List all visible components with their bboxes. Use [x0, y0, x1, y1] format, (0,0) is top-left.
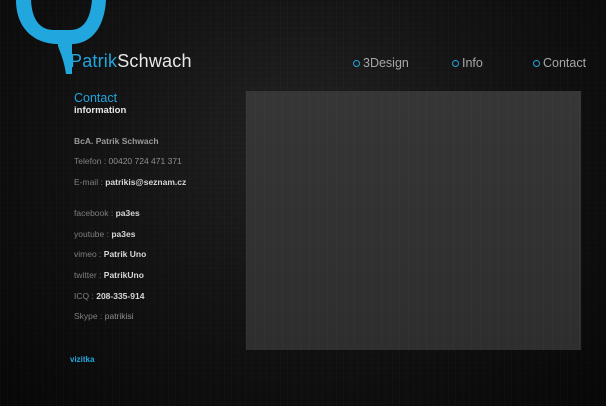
facebook-link[interactable]: pa3es [116, 208, 140, 218]
content-panel [246, 91, 581, 350]
phone-label: Telefon : [74, 156, 107, 166]
nav-item-info[interactable]: Info [452, 56, 483, 70]
circle-bullet-icon [353, 59, 360, 67]
section-title: Contact [74, 91, 118, 105]
contact-icq: ICQ : 208-335-914 [74, 291, 144, 301]
nav-label: 3Design [363, 56, 409, 70]
vizitka-link[interactable]: vizitka [70, 355, 94, 364]
skype-value: patrikisi [104, 311, 134, 321]
youtube-link[interactable]: pa3es [111, 229, 135, 239]
icq-label: ICQ : [74, 291, 94, 301]
icq-value: 208-335-914 [96, 291, 145, 301]
contact-vimeo: vimeo : Patrik Uno [74, 249, 146, 259]
contact-twitter: twitter : PatrikUno [74, 270, 144, 280]
email-label: E-mail : [74, 177, 103, 187]
nav-label: Info [462, 56, 483, 70]
contact-youtube: youtube : pa3es [74, 229, 135, 239]
circle-bullet-icon [452, 59, 459, 67]
twitter-link[interactable]: PatrikUno [104, 270, 144, 280]
section-heading: Contact information [74, 91, 126, 116]
vimeo-link[interactable]: Patrik Uno [104, 249, 147, 259]
full-name: BcA. Patrik Schwach [74, 136, 159, 146]
vimeo-label: vimeo : [74, 249, 102, 259]
section-subtitle: information [74, 105, 127, 116]
youtube-label: youtube : [74, 229, 109, 239]
nav-item-3design[interactable]: 3Design [353, 56, 409, 70]
nav-item-contact[interactable]: Contact [533, 56, 586, 70]
email-link[interactable]: patrikis@seznam.cz [105, 177, 186, 187]
nav-label: Contact [543, 56, 587, 70]
contact-email: E-mail : patrikis@seznam.cz [74, 177, 186, 187]
twitter-label: twitter : [74, 270, 102, 280]
circle-bullet-icon [533, 59, 540, 67]
phone-value: 00420 724 471 371 [108, 156, 182, 166]
facebook-label: facebook : [74, 208, 114, 218]
contact-name: BcA. Patrik Schwach [74, 136, 159, 146]
contact-facebook: facebook : pa3es [74, 208, 140, 218]
skype-label: Skype : [74, 311, 103, 321]
contact-skype: Skype : patrikisi [74, 311, 134, 321]
contact-phone: Telefon : 00420 724 471 371 [74, 156, 182, 166]
main-nav: 3Design Info Contact [0, 56, 606, 74]
